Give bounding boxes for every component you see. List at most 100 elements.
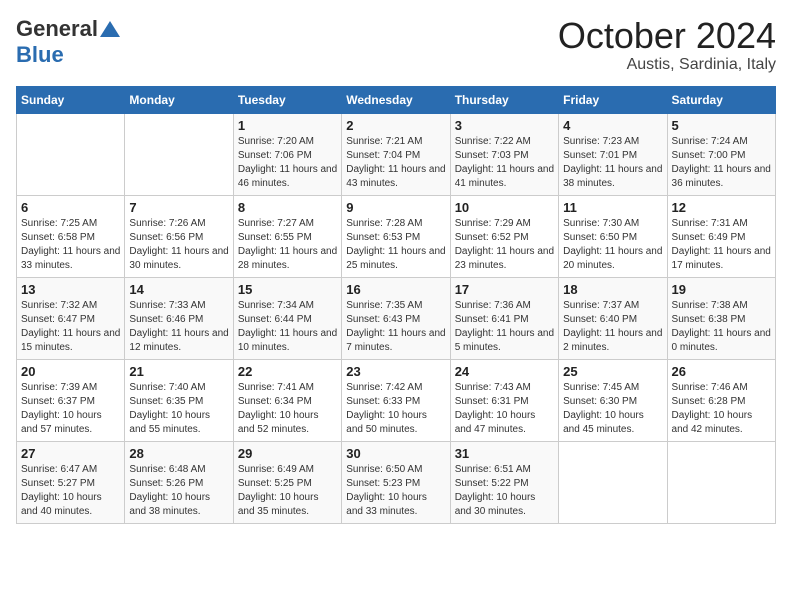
day-number: 30 <box>346 446 445 461</box>
day-number: 3 <box>455 118 554 133</box>
day-number: 11 <box>563 200 662 215</box>
day-info: Sunrise: 7:35 AM Sunset: 6:43 PM Dayligh… <box>346 299 445 355</box>
day-number: 21 <box>129 364 228 379</box>
day-info: Sunrise: 7:25 AM Sunset: 6:58 PM Dayligh… <box>21 217 120 273</box>
day-number: 22 <box>238 364 337 379</box>
day-info: Sunrise: 7:36 AM Sunset: 6:41 PM Dayligh… <box>455 299 554 355</box>
day-number: 13 <box>21 282 120 297</box>
calendar-cell <box>667 441 775 523</box>
calendar-cell: 9Sunrise: 7:28 AM Sunset: 6:53 PM Daylig… <box>342 195 450 277</box>
day-info: Sunrise: 7:34 AM Sunset: 6:44 PM Dayligh… <box>238 299 337 355</box>
day-number: 4 <box>563 118 662 133</box>
day-info: Sunrise: 7:32 AM Sunset: 6:47 PM Dayligh… <box>21 299 120 355</box>
calendar-cell: 1 Sunrise: 7:20 AM Sunset: 7:06 PM Daylig… <box>233 113 341 195</box>
day-number: 25 <box>563 364 662 379</box>
day-number: 17 <box>455 282 554 297</box>
day-info: Sunrise: 6:49 AM Sunset: 5:25 PM Dayligh… <box>238 463 337 519</box>
calendar-cell: 24 Sunrise: 7:43 AM Sunset: 6:31 PM Dayli… <box>450 359 558 441</box>
day-info: Sunrise: 7:39 AM Sunset: 6:37 PM Dayligh… <box>21 381 120 437</box>
calendar-cell: 26 Sunrise: 7:46 AM Sunset: 6:28 PM Dayli… <box>667 359 775 441</box>
day-number: 24 <box>455 364 554 379</box>
header-sunday: Sunday <box>17 86 125 113</box>
calendar-cell: 5 Sunrise: 7:24 AM Sunset: 7:00 PM Daylig… <box>667 113 775 195</box>
day-info: Sunrise: 7:33 AM Sunset: 6:46 PM Dayligh… <box>129 299 228 355</box>
calendar-cell: 2 Sunrise: 7:21 AM Sunset: 7:04 PM Daylig… <box>342 113 450 195</box>
day-info: Sunrise: 7:38 AM Sunset: 6:38 PM Dayligh… <box>672 299 771 355</box>
calendar-week-2: 6 Sunrise: 7:25 AM Sunset: 6:58 PM Daylig… <box>17 195 776 277</box>
logo-icon <box>100 21 120 37</box>
page-header: General Blue October 2024 Austis, Sardin… <box>16 16 776 74</box>
day-info: Sunrise: 7:27 AM Sunset: 6:55 PM Dayligh… <box>238 217 337 273</box>
day-number: 31 <box>455 446 554 461</box>
header-thursday: Thursday <box>450 86 558 113</box>
calendar-cell: 25 Sunrise: 7:45 AM Sunset: 6:30 PM Dayli… <box>559 359 667 441</box>
day-info: Sunrise: 7:22 AM Sunset: 7:03 PM Dayligh… <box>455 135 554 191</box>
calendar-cell: 8 Sunrise: 7:27 AM Sunset: 6:55 PM Daylig… <box>233 195 341 277</box>
day-info: Sunrise: 7:20 AM Sunset: 7:06 PM Dayligh… <box>238 135 337 191</box>
day-number: 19 <box>672 282 771 297</box>
day-number: 1 <box>238 118 337 133</box>
day-number: 6 <box>21 200 120 215</box>
calendar-cell: 15 Sunrise: 7:34 AM Sunset: 6:44 PM Dayli… <box>233 277 341 359</box>
calendar-week-3: 13 Sunrise: 7:32 AM Sunset: 6:47 PM Dayli… <box>17 277 776 359</box>
day-number: 29 <box>238 446 337 461</box>
calendar-cell: 11Sunrise: 7:30 AM Sunset: 6:50 PM Dayli… <box>559 195 667 277</box>
day-number: 27 <box>21 446 120 461</box>
day-info: Sunrise: 7:42 AM Sunset: 6:33 PM Dayligh… <box>346 381 445 437</box>
day-info: Sunrise: 7:40 AM Sunset: 6:35 PM Dayligh… <box>129 381 228 437</box>
day-info: Sunrise: 7:29 AM Sunset: 6:52 PM Dayligh… <box>455 217 554 273</box>
header-friday: Friday <box>559 86 667 113</box>
day-number: 15 <box>238 282 337 297</box>
calendar-cell <box>125 113 233 195</box>
day-number: 16 <box>346 282 445 297</box>
calendar-table: SundayMondayTuesdayWednesdayThursdayFrid… <box>16 86 776 524</box>
logo-general: General <box>16 16 98 42</box>
day-info: Sunrise: 7:43 AM Sunset: 6:31 PM Dayligh… <box>455 381 554 437</box>
calendar-cell: 6 Sunrise: 7:25 AM Sunset: 6:58 PM Daylig… <box>17 195 125 277</box>
calendar-cell: 12 Sunrise: 7:31 AM Sunset: 6:49 PM Dayli… <box>667 195 775 277</box>
day-number: 2 <box>346 118 445 133</box>
day-number: 8 <box>238 200 337 215</box>
day-info: Sunrise: 6:47 AM Sunset: 5:27 PM Dayligh… <box>21 463 120 519</box>
day-number: 12 <box>672 200 771 215</box>
calendar-cell: 13 Sunrise: 7:32 AM Sunset: 6:47 PM Dayli… <box>17 277 125 359</box>
calendar-cell: 16 Sunrise: 7:35 AM Sunset: 6:43 PM Dayli… <box>342 277 450 359</box>
day-info: Sunrise: 7:26 AM Sunset: 6:56 PM Dayligh… <box>129 217 228 273</box>
header-saturday: Saturday <box>667 86 775 113</box>
calendar-cell: 19 Sunrise: 7:38 AM Sunset: 6:38 PM Dayli… <box>667 277 775 359</box>
day-number: 7 <box>129 200 228 215</box>
day-info: Sunrise: 7:45 AM Sunset: 6:30 PM Dayligh… <box>563 381 662 437</box>
day-info: Sunrise: 7:24 AM Sunset: 7:00 PM Dayligh… <box>672 135 771 191</box>
logo: General Blue <box>16 16 120 68</box>
calendar-cell: 14 Sunrise: 7:33 AM Sunset: 6:46 PM Dayli… <box>125 277 233 359</box>
day-number: 23 <box>346 364 445 379</box>
day-number: 28 <box>129 446 228 461</box>
calendar-cell <box>17 113 125 195</box>
day-info: Sunrise: 7:21 AM Sunset: 7:04 PM Dayligh… <box>346 135 445 191</box>
header-tuesday: Tuesday <box>233 86 341 113</box>
day-number: 26 <box>672 364 771 379</box>
calendar-cell: 27 Sunrise: 6:47 AM Sunset: 5:27 PM Dayli… <box>17 441 125 523</box>
calendar-cell: 28Sunrise: 6:48 AM Sunset: 5:26 PM Dayli… <box>125 441 233 523</box>
calendar-cell: 18Sunrise: 7:37 AM Sunset: 6:40 PM Dayli… <box>559 277 667 359</box>
calendar-cell: 31Sunrise: 6:51 AM Sunset: 5:22 PM Dayli… <box>450 441 558 523</box>
calendar-week-1: 1 Sunrise: 7:20 AM Sunset: 7:06 PM Daylig… <box>17 113 776 195</box>
day-info: Sunrise: 7:41 AM Sunset: 6:34 PM Dayligh… <box>238 381 337 437</box>
day-info: Sunrise: 7:23 AM Sunset: 7:01 PM Dayligh… <box>563 135 662 191</box>
day-info: Sunrise: 7:28 AM Sunset: 6:53 PM Dayligh… <box>346 217 445 273</box>
calendar-cell: 7 Sunrise: 7:26 AM Sunset: 6:56 PM Daylig… <box>125 195 233 277</box>
day-info: Sunrise: 6:50 AM Sunset: 5:23 PM Dayligh… <box>346 463 445 519</box>
day-number: 14 <box>129 282 228 297</box>
day-number: 5 <box>672 118 771 133</box>
calendar-header-row: SundayMondayTuesdayWednesdayThursdayFrid… <box>17 86 776 113</box>
calendar-cell: 29 Sunrise: 6:49 AM Sunset: 5:25 PM Dayli… <box>233 441 341 523</box>
calendar-cell: 21 Sunrise: 7:40 AM Sunset: 6:35 PM Dayli… <box>125 359 233 441</box>
day-info: Sunrise: 7:31 AM Sunset: 6:49 PM Dayligh… <box>672 217 771 273</box>
calendar-week-5: 27 Sunrise: 6:47 AM Sunset: 5:27 PM Dayli… <box>17 441 776 523</box>
title-block: October 2024 Austis, Sardinia, Italy <box>558 16 776 74</box>
calendar-week-4: 20Sunrise: 7:39 AM Sunset: 6:37 PM Dayli… <box>17 359 776 441</box>
calendar-cell: 4 Sunrise: 7:23 AM Sunset: 7:01 PM Daylig… <box>559 113 667 195</box>
calendar-cell: 17 Sunrise: 7:36 AM Sunset: 6:41 PM Dayli… <box>450 277 558 359</box>
day-info: Sunrise: 7:46 AM Sunset: 6:28 PM Dayligh… <box>672 381 771 437</box>
calendar-cell <box>559 441 667 523</box>
